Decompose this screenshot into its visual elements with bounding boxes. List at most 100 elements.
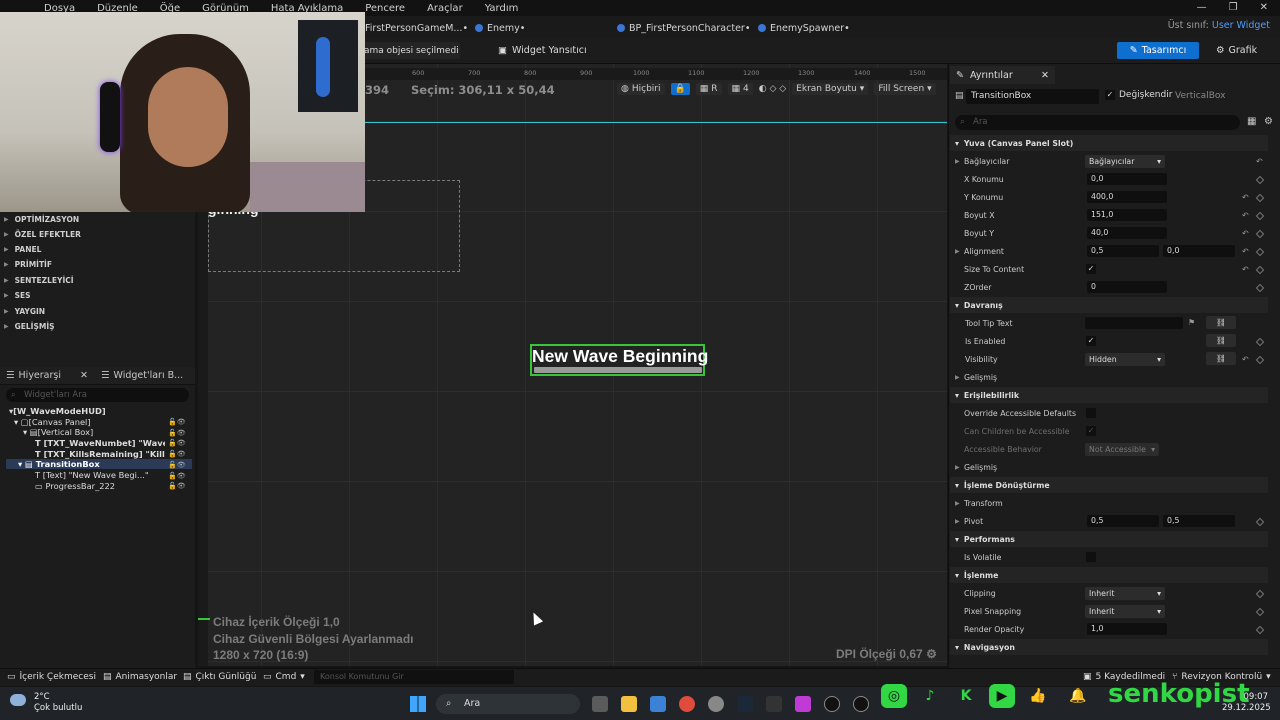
- tooltip-field[interactable]: [1085, 317, 1183, 329]
- lock-toggle[interactable]: 🔒: [670, 83, 690, 95]
- clipping-dropdown[interactable]: Inherit ▾: [1085, 587, 1165, 600]
- content-drawer-button[interactable]: ▭ İçerik Çekmecesi: [7, 672, 96, 682]
- details-search-input[interactable]: ⌕ Ara: [955, 115, 1240, 130]
- bind-button[interactable]: ⛓: [1206, 316, 1236, 329]
- cmd-dropdown[interactable]: ▭ Cmd ▾: [263, 672, 305, 682]
- pivot-y-field[interactable]: 0,5: [1163, 515, 1235, 527]
- file-explorer-icon[interactable]: [621, 696, 637, 712]
- section-behavior[interactable]: ▾ Davranış: [950, 297, 1268, 313]
- section-accessibility[interactable]: ▾ Erişilebilirlik: [950, 387, 1268, 403]
- palette-category-optimization[interactable]: ▶ OPTİMİZASYON: [4, 215, 79, 224]
- bind-button[interactable]: ⛓: [1206, 352, 1236, 365]
- is-volatile-checkbox[interactable]: [1086, 552, 1096, 562]
- store-icon[interactable]: [650, 696, 666, 712]
- tree-item-transition-box[interactable]: ▾ ▤ TransitionBox: [18, 459, 100, 469]
- tree-item-txt-kills-remaining[interactable]: T [TXT_KillsRemaining] "KillsRema: [35, 449, 165, 459]
- palette-category-audio[interactable]: ▶ SES: [4, 291, 31, 300]
- section-render-transform[interactable]: ▾ İşleme Dönüştürme: [950, 477, 1268, 493]
- palette-category-special-effects[interactable]: ▶ ÖZEL EFEKTLER: [4, 230, 81, 239]
- tab-enemy-spawner[interactable]: EnemySpawner•: [758, 20, 850, 36]
- widget-reflector-button[interactable]: ▣ Widget Yansıtıcı: [498, 42, 587, 59]
- reset-icon[interactable]: ↶: [1242, 229, 1249, 238]
- pixel-snapping-dropdown[interactable]: Inherit ▾: [1085, 605, 1165, 618]
- menu-window[interactable]: Pencere: [365, 3, 405, 14]
- reset-icon[interactable]: ↶: [1242, 265, 1249, 274]
- tree-item-canvas-panel[interactable]: ▾ ▢[Canvas Panel]: [14, 417, 91, 427]
- pos-y-field[interactable]: 400,0: [1087, 191, 1167, 203]
- tree-item-progress-bar[interactable]: ▭ ProgressBar_222: [35, 481, 115, 491]
- new-wave-text[interactable]: New Wave Beginning: [532, 346, 708, 367]
- alignment-y-field[interactable]: 0,0: [1163, 245, 1235, 257]
- is-variable-checkbox[interactable]: ✓ Değişkendir: [1105, 90, 1172, 100]
- windows-start-icon[interactable]: [410, 696, 426, 712]
- parent-class-link[interactable]: User Widget: [1212, 20, 1270, 31]
- anchors-dropdown[interactable]: Bağlayıcılar ▾: [1085, 155, 1165, 168]
- console-input[interactable]: Konsol Komutunu Gir: [314, 670, 514, 684]
- tree-item-txt-wave-number[interactable]: T [TXT_WaveNumbet] "Wave Num: [35, 438, 165, 448]
- tree-item-vertical-box[interactable]: ▾ ▤[Vertical Box]: [23, 427, 93, 437]
- render-opacity-field[interactable]: 1,0: [1087, 623, 1167, 635]
- weather-widget[interactable]: 2°C Çok bulutlu: [10, 692, 82, 714]
- progress-bar-widget[interactable]: [534, 367, 702, 373]
- graph-button[interactable]: ⚙ Grafik: [1216, 42, 1264, 59]
- palette-category-synth[interactable]: ▶ SENTEZLEYİCİ: [4, 276, 74, 285]
- pivot-x-field[interactable]: 0,5: [1087, 515, 1159, 527]
- designer-button[interactable]: ✎ Tasarımcı: [1117, 42, 1199, 59]
- tab-hierarchy[interactable]: ☰ Hiyerarşi: [6, 370, 61, 381]
- section-rendering[interactable]: ▾ İşlenme: [950, 567, 1268, 583]
- section-slot[interactable]: ▾ Yuva (Canvas Panel Slot): [950, 135, 1268, 151]
- r-toggle[interactable]: ▦ R: [695, 83, 722, 95]
- minimize-icon[interactable]: —: [1197, 2, 1207, 13]
- zorder-field[interactable]: 0: [1087, 281, 1167, 293]
- size-x-field[interactable]: 151,0: [1087, 209, 1167, 221]
- unreal-engine-icon[interactable]: [824, 696, 840, 712]
- palette-category-common[interactable]: ▶ YAYGIN: [4, 307, 45, 316]
- gear-icon[interactable]: ⚙: [926, 647, 937, 661]
- visibility-lock-icons[interactable]: 🔓👁 🔓👁 🔓👁 🔓👁 🔓👁 🔓👁 🔓👁: [168, 417, 186, 492]
- fill-screen-dropdown[interactable]: Fill Screen ▾: [874, 83, 936, 95]
- reset-icon[interactable]: ↶: [1256, 157, 1263, 166]
- override-accessible-checkbox[interactable]: [1086, 408, 1096, 418]
- close-icon[interactable]: ✕: [1260, 2, 1268, 13]
- github-icon[interactable]: [708, 696, 724, 712]
- tab-bp-first-person-character[interactable]: BP_FirstPersonCharacter•: [617, 20, 750, 36]
- palette-category-panel[interactable]: ▶ PANEL: [4, 245, 41, 254]
- close-icon[interactable]: ✕: [80, 370, 88, 381]
- menu-tools[interactable]: Araçlar: [427, 3, 463, 14]
- grid-size-button[interactable]: ▦ 4: [727, 83, 753, 95]
- palette-category-advanced[interactable]: ▶ GELİŞMİŞ: [4, 322, 55, 331]
- anchor-none-button[interactable]: ◍ Hiçbiri: [617, 83, 665, 95]
- view-icons[interactable]: ◐ ◇ ◇: [759, 84, 786, 94]
- menu-help[interactable]: Yardım: [485, 3, 519, 14]
- tree-item-text-new-wave[interactable]: T [Text] "New Wave Begi...": [35, 470, 149, 480]
- table-view-icon[interactable]: ▦: [1247, 116, 1256, 127]
- output-log-button[interactable]: ▤ Çıktı Günlüğü: [183, 672, 256, 682]
- chrome-icon[interactable]: [679, 696, 695, 712]
- section-navigation[interactable]: ▾ Navigasyon: [950, 639, 1268, 655]
- settings-gear-icon[interactable]: ⚙: [1264, 116, 1273, 127]
- tree-item-root[interactable]: ▾[W_WaveModeHUD]: [9, 406, 106, 416]
- size-to-content-checkbox[interactable]: ✓: [1086, 264, 1096, 274]
- debug-object-dropdown[interactable]: ama objesi seçilmedi▾: [362, 42, 460, 59]
- app-icon[interactable]: [795, 696, 811, 712]
- hierarchy-search-input[interactable]: ⌕ Widget'ları Ara: [6, 388, 189, 402]
- unreal-engine-icon[interactable]: [853, 696, 869, 712]
- tab-enemy[interactable]: Enemy•: [475, 20, 525, 36]
- palette-category-primitive[interactable]: ▶ PRİMİTİF: [4, 260, 52, 269]
- size-y-field[interactable]: 40,0: [1087, 227, 1167, 239]
- bind-button[interactable]: ⛓: [1206, 334, 1236, 347]
- alignment-x-field[interactable]: 0,5: [1087, 245, 1159, 257]
- visibility-dropdown[interactable]: Hidden ▾: [1085, 353, 1165, 366]
- maximize-icon[interactable]: ❐: [1229, 2, 1238, 13]
- steam-icon[interactable]: [737, 696, 753, 712]
- reset-icon[interactable]: ↶: [1242, 211, 1249, 220]
- prop-transform[interactable]: Transform: [964, 499, 1003, 508]
- tab-details[interactable]: ✎ Ayrıntılar ✕: [950, 66, 1055, 84]
- close-icon[interactable]: ✕: [1041, 70, 1049, 81]
- taskbar-search[interactable]: ⌕ Ara: [436, 694, 580, 714]
- tab-first-person-game-mode[interactable]: FirstPersonGameM...•: [365, 20, 468, 36]
- animations-button[interactable]: ▤ Animasyonlar: [103, 672, 177, 682]
- pos-x-field[interactable]: 0,0: [1087, 173, 1167, 185]
- prop-advanced[interactable]: Gelişmiş: [964, 373, 997, 382]
- widget-name-field[interactable]: TransitionBox: [966, 89, 1099, 104]
